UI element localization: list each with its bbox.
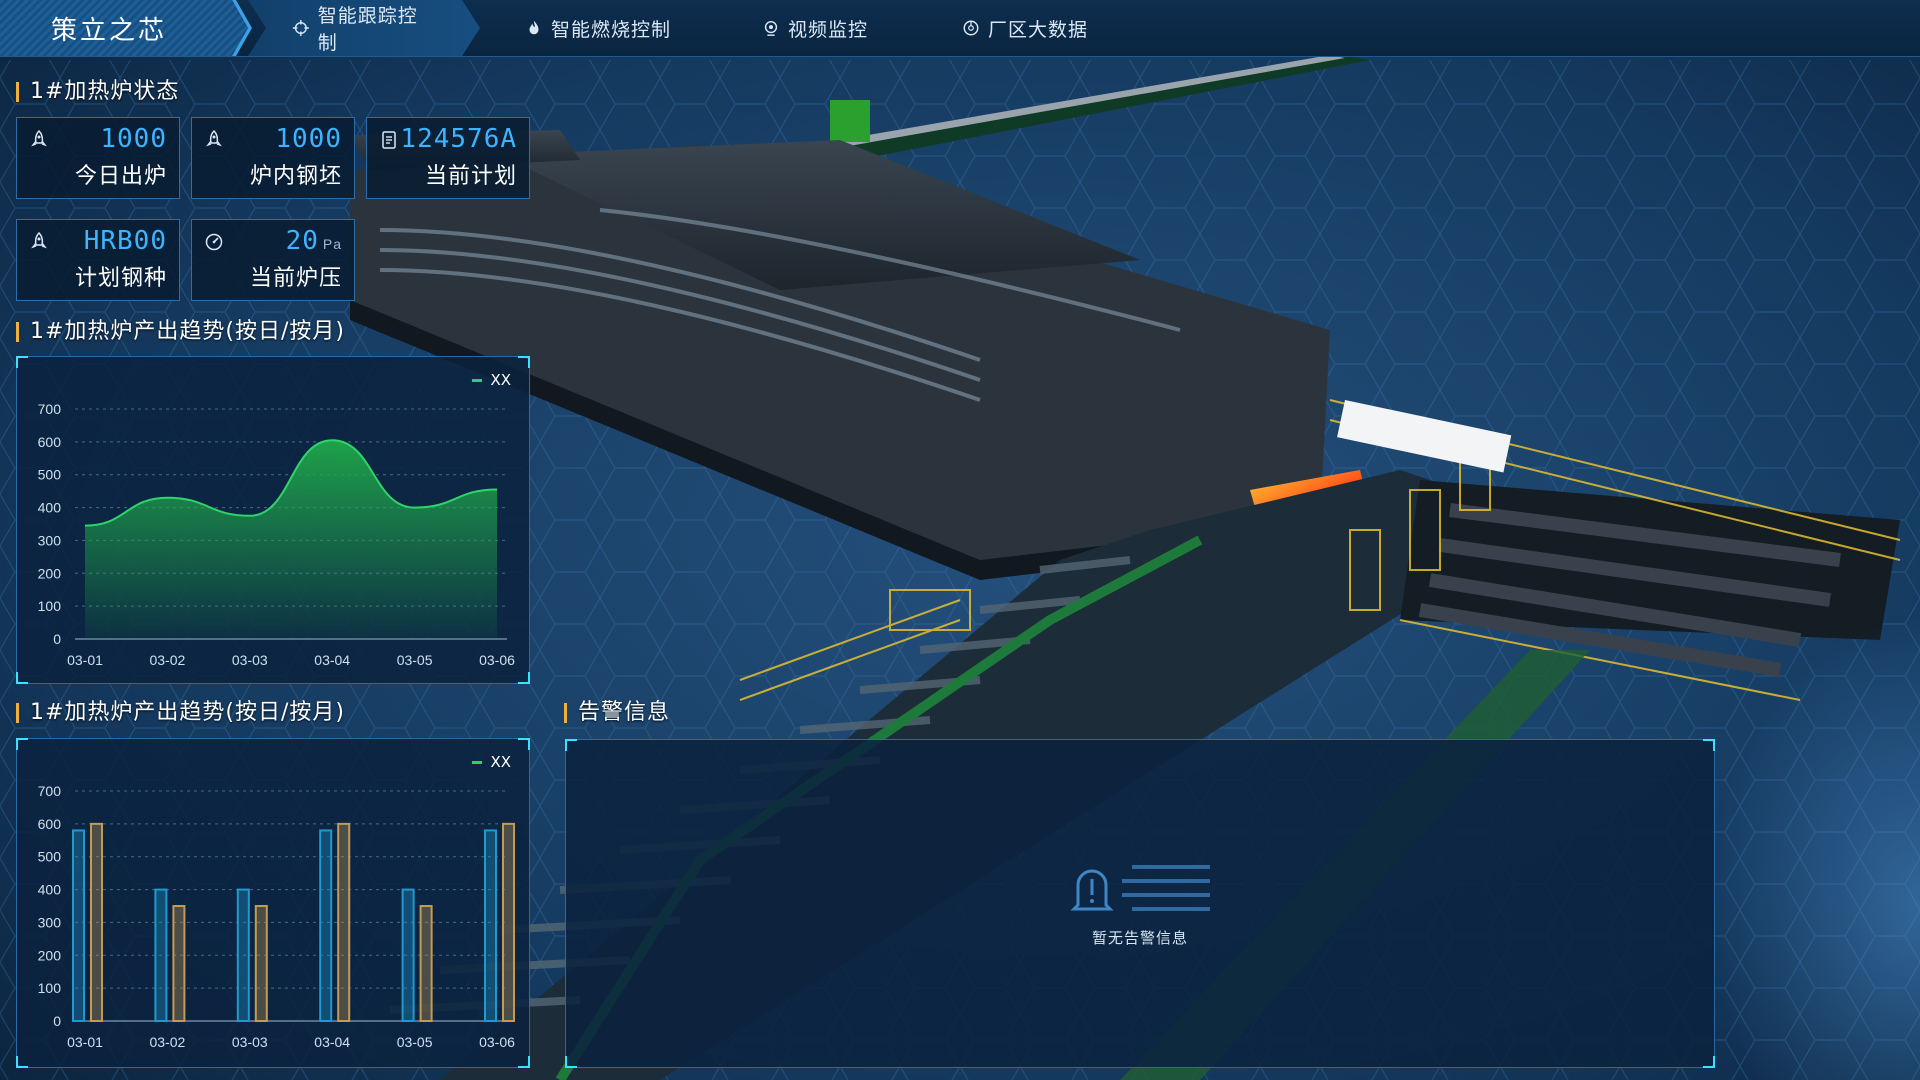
alarm-empty-state: 暂无告警信息: [566, 740, 1714, 1067]
y-tick-label: 0: [53, 631, 61, 647]
flame-icon: [529, 20, 539, 35]
tab-plant-big-data[interactable]: 厂区大数据: [962, 0, 1088, 56]
alarm-info-panel: 暂无告警信息: [565, 739, 1715, 1068]
bar-series-xx: [90, 822, 103, 1022]
area-fill: [85, 440, 497, 639]
tab-tracking-control-label: 智能跟踪控制: [317, 5, 418, 54]
tab-combustion-control[interactable]: 智能燃烧控制: [525, 0, 671, 56]
stat-card-furnace-pressure: 20 Pa 当前炉压: [191, 219, 355, 301]
area-chart: 0 100 200 300 400 500 600 700 03-01 03-02 03-03 03-…: [38, 401, 515, 668]
y-tick-label: 600: [38, 816, 62, 832]
x-tick-label: 03-03: [232, 1034, 268, 1050]
rocket-icon: [31, 232, 47, 249]
x-tick-label: 03-02: [149, 652, 185, 668]
y-tick-label: 300: [38, 532, 62, 548]
y-tick-label: 500: [38, 849, 62, 865]
y-tick-label: 200: [38, 565, 62, 581]
x-tick-label: 03-01: [67, 652, 103, 668]
rocket-icon: [206, 130, 222, 147]
stat-card-today-output: 1000 今日出炉: [16, 117, 180, 199]
top-navigation-bar: 策立之芯 智能跟踪控制 智能燃烧控制 视频监控 厂区大数据: [0, 0, 1920, 57]
stat-label: 当前炉压: [249, 266, 342, 291]
x-tick-label: 03-05: [397, 652, 433, 668]
bar-series-1: [319, 829, 333, 1022]
y-tick-label: 100: [38, 980, 62, 996]
x-tick-label: 03-06: [479, 1034, 515, 1050]
tab-plant-big-data-label: 厂区大数据: [988, 18, 1089, 41]
bar-chart: 0 100 200 300 400 500 600 700 03-01 03-02 03-03 03-…: [38, 783, 515, 1050]
bar-series-1: [401, 888, 415, 1022]
bar-series-xx: [502, 822, 515, 1022]
stat-unit: Pa: [322, 236, 342, 252]
bar-series-1: [484, 829, 497, 1022]
document-icon: [382, 131, 396, 149]
bar-series-1: [154, 888, 168, 1022]
bar-series-xx: [337, 822, 351, 1022]
alarm-bell-icon: [1070, 865, 1210, 911]
tab-video-monitoring[interactable]: 视频监控: [762, 0, 868, 56]
alarm-info-title: 告警信息: [564, 699, 670, 727]
y-tick-label: 700: [38, 783, 62, 799]
brand-logo-text[interactable]: 策立之芯: [0, 0, 248, 56]
y-tick-label: 400: [38, 882, 62, 898]
x-tick-label: 03-04: [314, 652, 350, 668]
stat-value: 124576A: [400, 124, 517, 154]
bar-series-xx: [254, 905, 268, 1022]
output-trend-area-chart-panel: XX 0 100 200 300 400 500 600 700 03-01 03-02 03-03…: [16, 356, 530, 684]
stat-card-current-plan: 124576A 当前计划: [366, 117, 530, 199]
stat-label: 计划钢种: [74, 266, 167, 291]
y-tick-label: 400: [38, 500, 62, 516]
stat-card-billets-in-furnace: 1000 炉内钢坯: [191, 117, 355, 199]
y-tick-label: 200: [38, 947, 62, 963]
gauge-icon: [205, 233, 223, 251]
output-trend-bar-chart-panel: XX 0 100 200 300 400 500 600 700 03-01 03-02 03-03…: [16, 738, 530, 1068]
stat-value: HRB00: [83, 226, 167, 256]
bar-series-xx: [172, 905, 186, 1022]
crosshair-icon: [292, 19, 310, 37]
x-tick-label: 03-05: [397, 1034, 433, 1050]
x-tick-label: 03-04: [314, 1034, 350, 1050]
rocket-icon: [31, 130, 47, 147]
y-tick-label: 300: [38, 914, 62, 930]
bar-series-xx: [419, 905, 433, 1022]
stat-card-planned-steel-grade: HRB00 计划钢种: [16, 219, 180, 301]
stat-label: 今日出炉: [74, 164, 167, 189]
x-tick-label: 03-06: [479, 652, 515, 668]
output-trend-title-2: 1#加热炉产出趋势(按日/按月): [16, 699, 345, 727]
output-trend-title-1: 1#加热炉产出趋势(按日/按月): [16, 318, 345, 346]
stat-value: 1000: [100, 124, 167, 154]
tab-tracking-control[interactable]: 智能跟踪控制: [248, 0, 480, 56]
y-tick-label: 700: [38, 401, 62, 417]
stat-value: 20 Pa: [285, 226, 342, 256]
y-tick-label: 500: [38, 467, 62, 483]
stat-label: 炉内钢坯: [249, 164, 342, 189]
x-tick-label: 03-03: [232, 652, 268, 668]
x-tick-label: 03-01: [67, 1034, 103, 1050]
stat-label: 当前计划: [424, 164, 517, 189]
bar-series-1: [236, 888, 250, 1022]
alarm-empty-message: 暂无告警信息: [1091, 929, 1188, 947]
dashboard-icon: [963, 20, 979, 36]
tab-video-monitoring-label: 视频监控: [788, 18, 869, 41]
furnace-status-title: 1#加热炉状态: [16, 78, 179, 106]
x-tick-label: 03-02: [149, 1034, 185, 1050]
stat-value: 1000: [275, 124, 342, 154]
tab-combustion-control-label: 智能燃烧控制: [551, 18, 672, 41]
y-tick-label: 0: [53, 1013, 61, 1029]
bar-series-1: [72, 829, 85, 1022]
y-tick-label: 100: [38, 598, 62, 614]
camera-icon: [764, 20, 778, 36]
y-tick-label: 600: [38, 434, 62, 450]
